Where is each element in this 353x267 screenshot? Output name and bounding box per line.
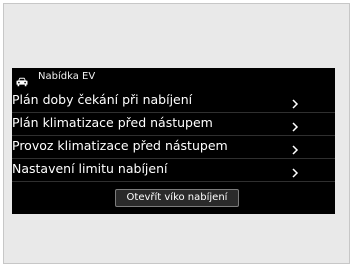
menu-item-label: Provoz klimatizace před nástupem: [12, 138, 228, 153]
menu-item-preconditioning-schedule[interactable]: Plán klimatizace před nástupem: [12, 113, 335, 136]
ev-menu-list: Plán doby čekání při nabíjení Plán klima…: [12, 90, 335, 182]
menu-item-label: Plán doby čekání při nabíjení: [12, 92, 193, 107]
ev-menu-screen: Nabídka EV Plán doby čekání při nabíjení…: [12, 68, 335, 214]
menu-item-preconditioning-operation[interactable]: Provoz klimatizace před nástupem: [12, 136, 335, 159]
chevron-right-icon: [291, 95, 299, 109]
chevron-right-icon: [291, 141, 299, 155]
screenshot-frame: Nabídka EV Plán doby čekání při nabíjení…: [3, 3, 350, 264]
menu-item-label: Nastavení limitu nabíjení: [12, 161, 168, 176]
car-icon: [16, 72, 28, 87]
chevron-right-icon: [291, 164, 299, 178]
chevron-right-icon: [291, 118, 299, 132]
menu-item-charging-wait-schedule[interactable]: Plán doby čekání při nabíjení: [12, 90, 335, 113]
menu-header: Nabídka EV: [12, 68, 335, 88]
menu-title: Nabídka EV: [38, 71, 96, 82]
open-charge-lid-button[interactable]: Otevřít víko nabíjení: [115, 189, 239, 207]
menu-item-label: Plán klimatizace před nástupem: [12, 115, 213, 130]
menu-item-charge-limit-settings[interactable]: Nastavení limitu nabíjení: [12, 159, 335, 182]
